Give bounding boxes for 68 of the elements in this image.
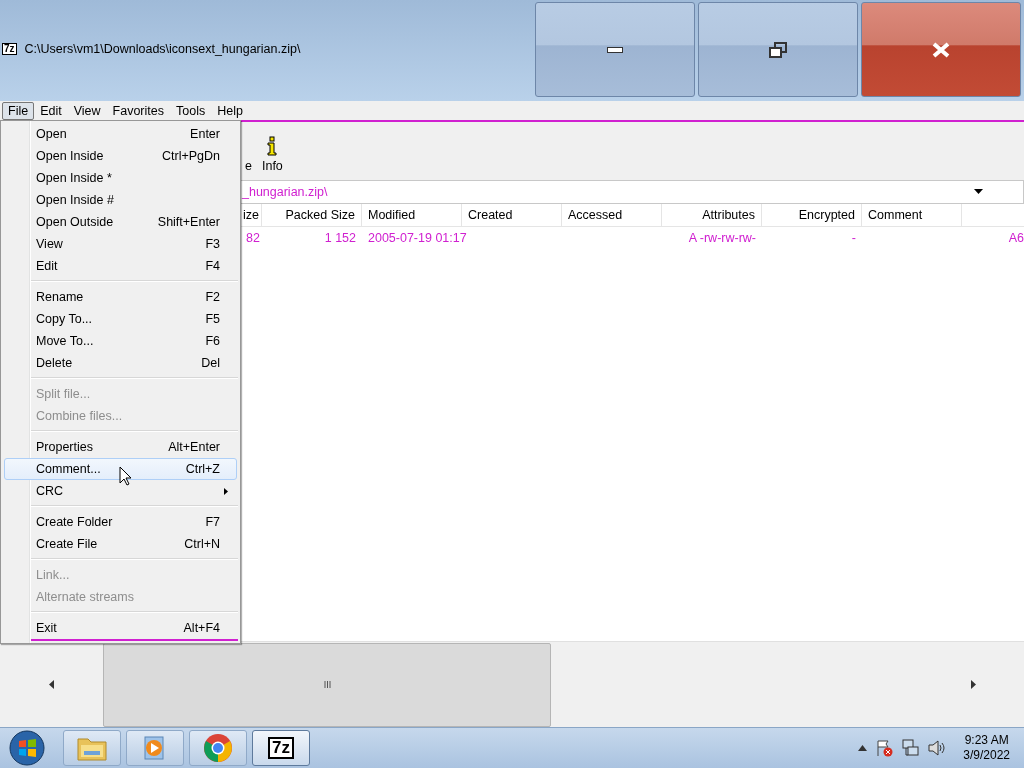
toolbar-button[interactable]: e <box>245 159 252 173</box>
taskbar-button[interactable] <box>63 730 121 766</box>
menu-item[interactable]: Move To... F6 <box>4 330 237 352</box>
taskbar-button[interactable] <box>189 730 247 766</box>
browser-icon <box>203 733 233 763</box>
submenu-arrow-icon <box>224 487 228 495</box>
menu-item[interactable]: CRC <box>4 480 237 502</box>
network-icon[interactable] <box>901 739 920 757</box>
table-cell-text: A6 <box>1007 230 1024 247</box>
menu-item[interactable]: Open Outside Shift+Enter <box>4 211 237 233</box>
taskbar-button[interactable]: 7z <box>252 730 310 766</box>
table-cell-text: A -rw-rw-rw- <box>687 230 757 247</box>
taskbar-button[interactable] <box>126 730 184 766</box>
minimize-icon <box>607 46 623 53</box>
horizontal-scrollbar[interactable] <box>0 641 1024 727</box>
scroll-right-icon <box>971 680 976 689</box>
menu-item[interactable]: Edit F4 <box>4 255 237 277</box>
minimize-button[interactable] <box>535 2 695 97</box>
column-header[interactable]: Created <box>462 204 562 226</box>
app-icon: 7z <box>2 43 17 55</box>
info-icon <box>266 136 279 156</box>
scrollbar-thumb[interactable] <box>103 642 551 727</box>
clock[interactable]: 9:23 AM 3/9/2022 <box>963 733 1010 763</box>
menu-item[interactable]: Open Inside * <box>4 167 237 189</box>
column-header[interactable]: ize <box>242 204 262 226</box>
menu-item[interactable]: Copy To... F5 <box>4 308 237 330</box>
column-header[interactable]: Comment <box>862 204 962 226</box>
cursor-icon <box>119 466 132 486</box>
table-cell-text: - <box>850 230 857 247</box>
menu-item[interactable]: View F3 <box>4 233 237 255</box>
scroll-left-icon <box>49 680 54 689</box>
flag-icon[interactable] <box>875 739 894 757</box>
menu-title[interactable]: Favorites <box>106 101 170 120</box>
close-button[interactable] <box>861 2 1021 97</box>
menu-title[interactable]: Help <box>211 101 249 120</box>
toolbar-button[interactable]: Info <box>261 136 283 173</box>
column-header[interactable]: Accessed <box>562 204 662 226</box>
column-header[interactable]: Packed Size <box>262 204 362 226</box>
close-icon <box>932 41 950 58</box>
column-header[interactable]: Modified <box>362 204 462 226</box>
dropdown-arrow-icon <box>974 189 983 194</box>
start-button[interactable] <box>7 729 47 767</box>
table-cell-text: 1 152 <box>323 230 357 247</box>
menu-item[interactable]: Create Folder F7 <box>4 511 237 533</box>
menu-item[interactable]: Delete Del <box>4 352 237 374</box>
menu-title[interactable]: Tools <box>170 101 212 120</box>
grip-icon <box>323 681 331 688</box>
table-cell-text: 82 <box>245 230 261 247</box>
show-hidden-icons-icon[interactable] <box>858 745 868 751</box>
restore-button[interactable] <box>698 2 858 97</box>
menu-item[interactable]: Comment... Ctrl+Z <box>4 458 237 480</box>
app-logo: 7z <box>268 737 294 759</box>
menu-item[interactable]: Rename F2 <box>4 286 237 308</box>
column-header[interactable]: Encrypted <box>762 204 862 226</box>
menu-title[interactable]: File <box>2 101 35 120</box>
window-title: C:\Users\vm1\Downloads\iconsext_hungarian.zip\ <box>24 42 301 56</box>
menu-item[interactable]: Open Inside # <box>4 189 237 211</box>
restore-icon <box>769 41 787 58</box>
menu-title[interactable]: View <box>67 101 107 120</box>
menu-title[interactable]: Edit <box>34 101 68 120</box>
address-field[interactable]: _hungarian.zip\ <box>238 179 1024 204</box>
menu-item[interactable]: Properties Alt+Enter <box>4 436 237 458</box>
menu-item[interactable]: Exit Alt+F4 <box>4 617 237 639</box>
column-header[interactable]: Attributes <box>662 204 762 226</box>
volume-icon[interactable] <box>927 739 946 757</box>
menu-item[interactable]: Open Enter <box>4 123 237 145</box>
menu-item[interactable]: Create File Ctrl+N <box>4 533 237 555</box>
menu-item[interactable]: Open Inside Ctrl+PgDn <box>4 145 237 167</box>
